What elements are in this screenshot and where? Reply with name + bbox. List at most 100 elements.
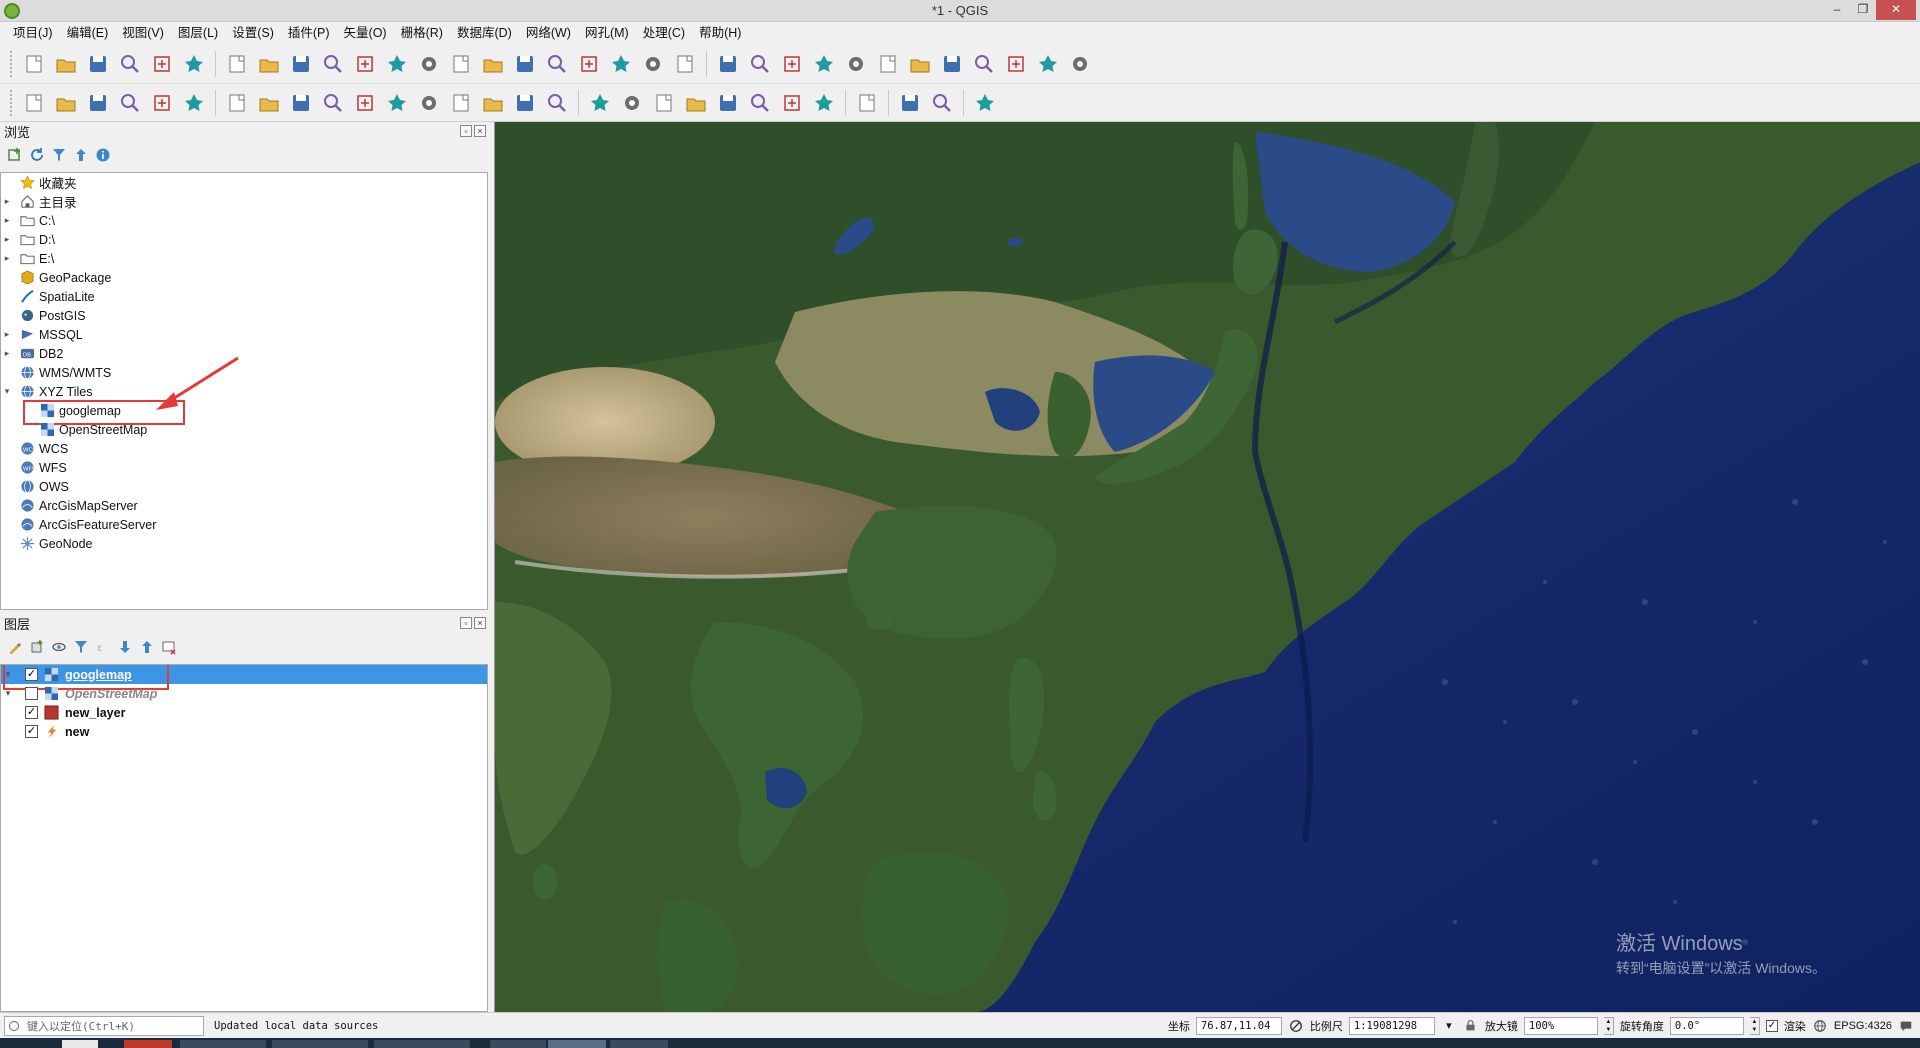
- browser-item[interactable]: ▸ 主目录: [1, 192, 487, 211]
- browser-item[interactable]: WFS WFS: [1, 458, 487, 477]
- taskbar-app[interactable]: [272, 1040, 368, 1048]
- menu-raster[interactable]: 栅格(R): [394, 23, 450, 43]
- select-by-value-icon[interactable]: [780, 52, 804, 76]
- remove-layer-icon[interactable]: [160, 638, 178, 656]
- collapse-all-icon[interactable]: [138, 638, 156, 656]
- float-panel-button[interactable]: ▫: [460, 617, 472, 629]
- browser-item[interactable]: ArcGisFeatureServer: [1, 515, 487, 534]
- pin-label-icon[interactable]: [684, 91, 708, 115]
- toolbox-icon[interactable]: [940, 52, 964, 76]
- pan-icon[interactable]: [225, 52, 249, 76]
- menu-view[interactable]: 视图(V): [115, 23, 171, 43]
- taskbar-app[interactable]: [490, 1040, 546, 1048]
- show-bookmarks-icon[interactable]: [641, 52, 665, 76]
- expand-arrow-icon[interactable]: ▾: [1, 688, 15, 699]
- expand-all-icon[interactable]: [116, 638, 134, 656]
- open-attribute-table-icon[interactable]: [844, 52, 868, 76]
- layer-item[interactable]: ✓ new_layer: [1, 703, 487, 722]
- zoom-in-icon[interactable]: [289, 52, 313, 76]
- pan-to-selection-icon[interactable]: [257, 52, 281, 76]
- menu-vector[interactable]: 矢量(O): [337, 23, 394, 43]
- refresh-icon[interactable]: [28, 146, 46, 164]
- layer-item[interactable]: ✓ new: [1, 722, 487, 741]
- scale-field[interactable]: 1:19081298: [1348, 1016, 1435, 1035]
- sum-icon[interactable]: [972, 52, 996, 76]
- browser-item[interactable]: ▸ D:\: [1, 230, 487, 249]
- paste-features-icon[interactable]: [481, 91, 505, 115]
- float-panel-button[interactable]: ▫: [460, 125, 472, 137]
- menu-processing[interactable]: 处理(C): [636, 23, 692, 43]
- taskbar-app[interactable]: [124, 1040, 172, 1048]
- add-spatialite-icon[interactable]: [118, 91, 142, 115]
- zoom-to-selection-icon[interactable]: [385, 52, 409, 76]
- rotate-label-icon[interactable]: [780, 91, 804, 115]
- browser-item[interactable]: OWS: [1, 477, 487, 496]
- expand-arrow-icon[interactable]: ▸: [1, 234, 13, 245]
- layer-visibility-checkbox[interactable]: ✓: [25, 706, 38, 719]
- add-group-icon[interactable]: [28, 638, 46, 656]
- refresh-icon[interactable]: [673, 52, 697, 76]
- menu-mesh[interactable]: 网孔(M): [578, 23, 636, 43]
- zoom-full-icon[interactable]: [353, 52, 377, 76]
- browser-item[interactable]: ▸ DB DB2: [1, 344, 487, 363]
- map-tips-icon[interactable]: [1036, 52, 1060, 76]
- layout-manager-icon[interactable]: [182, 52, 206, 76]
- browser-item[interactable]: GeoNode: [1, 534, 487, 553]
- filter-icon[interactable]: [50, 146, 68, 164]
- messages-icon[interactable]: [1898, 1018, 1914, 1034]
- magnifier-spinner[interactable]: ▲ ▼: [1603, 1016, 1614, 1035]
- browser-item[interactable]: 收藏夹: [1, 173, 487, 192]
- manage-visibility-icon[interactable]: [50, 638, 68, 656]
- lock-scale-icon[interactable]: [1463, 1018, 1479, 1034]
- style-brush-icon[interactable]: [6, 638, 24, 656]
- filter-expression-icon[interactable]: ε: [94, 638, 112, 656]
- expand-arrow-icon[interactable]: ▾: [1, 669, 15, 680]
- bookmark-icon[interactable]: [609, 52, 633, 76]
- add-selected-layers-icon[interactable]: [6, 146, 24, 164]
- menu-help[interactable]: 帮助(H): [692, 23, 748, 43]
- magnifier-field[interactable]: 100%: [1523, 1016, 1598, 1035]
- toolbar-handle[interactable]: [10, 89, 14, 116]
- add-feature-icon[interactable]: [321, 91, 345, 115]
- add-vector-layer-icon[interactable]: [22, 91, 46, 115]
- toolbar-handle[interactable]: [10, 50, 14, 77]
- expand-arrow-icon[interactable]: ▸: [1, 348, 13, 359]
- undo-icon[interactable]: [513, 91, 537, 115]
- close-panel-button[interactable]: ×: [474, 125, 486, 137]
- layer-item[interactable]: ▾ OpenStreetMap: [1, 684, 487, 703]
- close-button[interactable]: ✕: [1876, 0, 1916, 20]
- change-label-icon[interactable]: [812, 91, 836, 115]
- print-layout-icon[interactable]: [150, 52, 174, 76]
- minimize-button[interactable]: –: [1824, 0, 1850, 20]
- vertex-tool-icon[interactable]: [353, 91, 377, 115]
- browser-item[interactable]: WMS/WMTS: [1, 363, 487, 382]
- new-3d-view-icon[interactable]: [577, 52, 601, 76]
- redo-icon[interactable]: [545, 91, 569, 115]
- menu-settings[interactable]: 设置(S): [225, 23, 281, 43]
- field-calculator-icon[interactable]: [876, 52, 900, 76]
- rotation-spinner[interactable]: ▲ ▼: [1749, 1016, 1760, 1035]
- maximize-button[interactable]: ❐: [1850, 0, 1876, 20]
- globe-icon[interactable]: [855, 91, 879, 115]
- diagram-icon[interactable]: [620, 91, 644, 115]
- layer-visibility-checkbox[interactable]: ✓: [25, 725, 38, 738]
- locator-search-field[interactable]: 键入以定位(Ctrl+K): [4, 1015, 204, 1036]
- crs-globe-icon[interactable]: [1812, 1018, 1828, 1034]
- info-icon[interactable]: [94, 146, 112, 164]
- browser-item[interactable]: OpenStreetMap: [1, 420, 487, 439]
- help-icon[interactable]: [973, 91, 997, 115]
- browser-item[interactable]: googlemap: [1, 400, 487, 425]
- zoom-last-icon[interactable]: [481, 52, 505, 76]
- expand-arrow-icon[interactable]: ▾: [1, 386, 13, 397]
- save-project-icon[interactable]: [86, 52, 110, 76]
- browser-item[interactable]: SpatiaLite: [1, 287, 487, 306]
- new-map-view-icon[interactable]: [545, 52, 569, 76]
- layer-item[interactable]: ▾ ✓ googlemap: [1, 665, 487, 690]
- taskbar-app[interactable]: [548, 1040, 606, 1048]
- zoom-native-icon[interactable]: [449, 52, 473, 76]
- zoom-next-icon[interactable]: [513, 52, 537, 76]
- collapse-all-icon[interactable]: [72, 146, 90, 164]
- menu-plugins[interactable]: 插件(P): [281, 23, 337, 43]
- browser-item[interactable]: ArcGisMapServer: [1, 496, 487, 515]
- identify-icon[interactable]: [716, 52, 740, 76]
